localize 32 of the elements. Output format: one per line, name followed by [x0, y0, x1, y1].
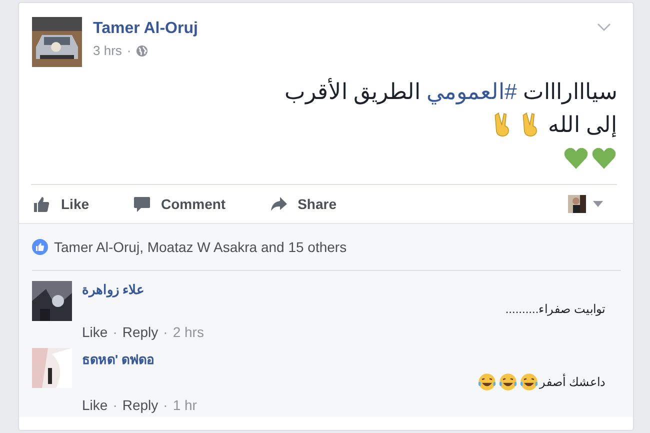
like-icon [33, 196, 51, 212]
like-link[interactable]: Like [82, 324, 108, 340]
reply-link[interactable]: Reply [122, 397, 158, 413]
laughing-face-icon [476, 372, 497, 392]
comment-text: توابيت صفراء.......... [505, 302, 605, 316]
globe-icon [136, 44, 148, 56]
caret-icon [593, 201, 603, 207]
separator-dot: · [112, 397, 118, 413]
comment-icon [133, 196, 152, 212]
separator-dot: · [163, 324, 168, 340]
chevron-icon [597, 23, 611, 31]
author-name[interactable]: Tamer Al-Oruj [93, 20, 597, 38]
laughing-face-icon [498, 372, 518, 392]
commenter-name[interactable]: علاء زواهرة [82, 282, 145, 297]
likes-summary[interactable]: Tamer Al-Oruj, Moataz W Asakra and 15 others [54, 239, 347, 255]
laughing-face-icon [518, 372, 539, 392]
audience-selector[interactable] [568, 195, 603, 213]
comment-text: داعشك أصفر [540, 375, 605, 389]
post-text: سيااارااات #العمومي الطريق الأقرب [284, 77, 617, 106]
separator-dot: · [163, 397, 168, 413]
like-button[interactable]: Like [33, 196, 90, 212]
separator-dot: · [126, 43, 132, 58]
like-link[interactable]: Like [82, 397, 108, 413]
like-badge-icon [32, 239, 48, 255]
post-text: إلى الله [548, 110, 617, 140]
reply-link[interactable]: Reply [122, 324, 158, 340]
hashtag-link[interactable]: #العمومي [426, 78, 517, 104]
comment-button[interactable]: Comment [133, 196, 226, 212]
commenter-name[interactable]: ธดหด' ดฟดอ [82, 349, 155, 370]
separator-dot: · [112, 324, 118, 340]
share-button[interactable]: Share [270, 196, 336, 212]
share-icon [270, 196, 288, 212]
